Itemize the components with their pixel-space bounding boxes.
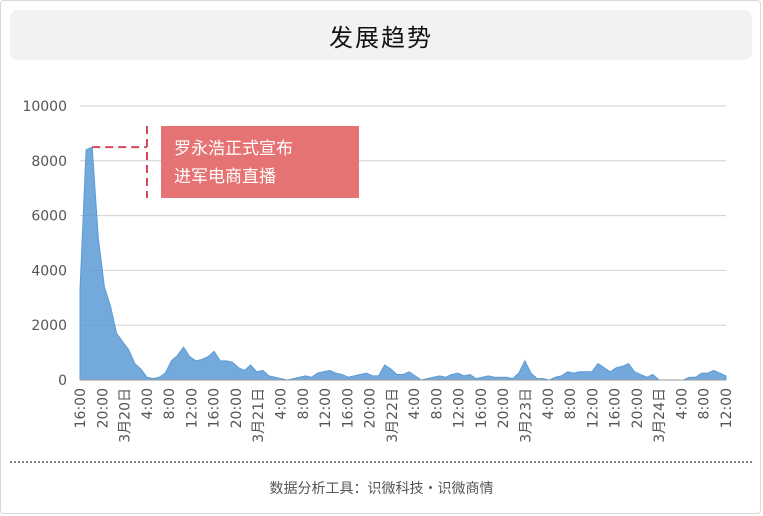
x-tick-label: 20:00 bbox=[496, 388, 512, 428]
x-tick-label: 8:00 bbox=[697, 388, 713, 419]
x-tick-label: 12:00 bbox=[452, 388, 468, 428]
trend-chart: 0 2000 4000 6000 8000 10000 16:00 20:00 3月20日 4:0… bbox=[22, 99, 735, 443]
x-tick-label: 4:00 bbox=[407, 388, 423, 419]
x-tick-label: 16:00 bbox=[608, 388, 624, 428]
x-tick-label: 3月21日 bbox=[251, 388, 267, 443]
x-tick-label: 8:00 bbox=[563, 388, 579, 419]
x-tick-label: 3月23日 bbox=[519, 388, 535, 443]
x-tick-label: 4:00 bbox=[674, 388, 690, 419]
x-tick-label: 12:00 bbox=[184, 388, 200, 428]
x-tick-label: 20:00 bbox=[229, 388, 245, 428]
x-tick-label: 20:00 bbox=[363, 388, 379, 428]
y-tick-label: 8000 bbox=[31, 154, 67, 170]
x-tick-label: 16:00 bbox=[207, 388, 223, 428]
footer-divider bbox=[10, 461, 752, 463]
x-tick-label: 3月22日 bbox=[385, 388, 401, 443]
x-tick-label: 12:00 bbox=[585, 388, 601, 428]
x-tick-label: 4:00 bbox=[541, 388, 557, 419]
x-tick-label: 8:00 bbox=[429, 388, 445, 419]
x-tick-label: 3月24日 bbox=[652, 388, 668, 443]
x-tick-label: 16:00 bbox=[73, 388, 89, 428]
x-tick-label: 8:00 bbox=[296, 388, 312, 419]
x-tick-label: 12:00 bbox=[318, 388, 334, 428]
x-tick-label: 4:00 bbox=[140, 388, 156, 419]
y-tick-label: 4000 bbox=[31, 263, 67, 279]
annotation-box bbox=[161, 126, 359, 198]
footer-source: 数据分析工具：识微科技・识微商情 bbox=[269, 481, 494, 497]
y-tick-label: 0 bbox=[58, 373, 67, 389]
annotation-text-line1: 罗永浩正式宣布 bbox=[174, 139, 293, 159]
x-tick-label: 8:00 bbox=[162, 388, 178, 419]
y-tick-label: 6000 bbox=[31, 209, 67, 225]
x-tick-label: 16:00 bbox=[474, 388, 490, 428]
y-tick-label: 10000 bbox=[22, 99, 67, 115]
x-tick-label: 4:00 bbox=[274, 388, 290, 419]
x-tick-label: 20:00 bbox=[95, 388, 111, 428]
x-tick-label: 12:00 bbox=[719, 388, 735, 428]
x-tick-label: 20:00 bbox=[630, 388, 646, 428]
y-tick-label: 2000 bbox=[31, 318, 67, 334]
x-tick-label: 3月20日 bbox=[118, 388, 134, 443]
annotation-text-line2: 进军电商直播 bbox=[174, 167, 276, 187]
x-tick-label: 16:00 bbox=[340, 388, 356, 428]
